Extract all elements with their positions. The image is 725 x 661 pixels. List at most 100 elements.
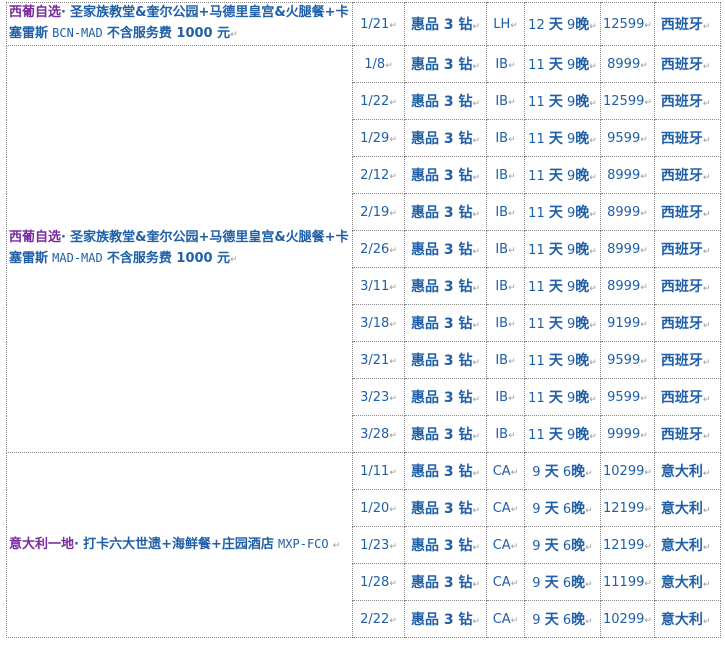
days-count: 11 (528, 428, 545, 443)
tour-code: BCN-MAD (52, 26, 103, 40)
paragraph-mark: ↵ (585, 617, 593, 627)
days-unit: 天 (548, 168, 563, 184)
airline-code-cell: IB↵ (486, 267, 525, 305)
departure-date-cell: 1/29↵ (352, 119, 405, 157)
price-cell: 9599↵ (600, 378, 655, 416)
nights-unit: 晚 (575, 427, 590, 443)
destination-text: 西班牙 (660, 279, 703, 295)
paragraph-mark: ↵ (510, 615, 519, 626)
airline-code-cell: IB↵ (486, 378, 525, 416)
product-level-text: 惠品 3 钻 (410, 427, 473, 443)
product-level-text: 惠品 3 钻 (410, 353, 473, 369)
days-unit: 天 (548, 316, 563, 332)
paragraph-mark: ↵ (510, 20, 518, 31)
nights-count: 6 (562, 502, 572, 517)
airline-code-text: IB (495, 389, 509, 405)
departure-date-text: 3/21 (360, 352, 390, 368)
days-unit: 天 (544, 501, 559, 517)
days-unit: 天 (548, 57, 563, 73)
departure-date-text: 3/23 (360, 389, 390, 405)
days-unit: 天 (548, 94, 563, 110)
days-count: 11 (528, 206, 545, 221)
paragraph-mark: ↵ (644, 20, 652, 31)
table-row: 意大利一地· 打卡六大世遗+海鲜餐+庄园酒店 MXP-FCO ↵ 1/11↵ 惠品 … (6, 452, 721, 638)
price-cell: 12599↵ (600, 82, 655, 120)
paragraph-mark: ↵ (508, 97, 516, 108)
departure-date-cell: 1/11↵ (352, 452, 405, 490)
destination-cell: 西班牙↵ (653, 45, 721, 83)
paragraph-mark: ↵ (389, 430, 397, 441)
days-count: 11 (528, 354, 545, 369)
paragraph-mark: ↵ (389, 282, 397, 293)
days-unit: 天 (548, 242, 563, 258)
product-level-text: 惠品 3 钻 (410, 316, 473, 332)
paragraph-mark: ↵ (589, 136, 597, 146)
price-cell: 11199↵ (600, 563, 655, 601)
airline-code-cell: CA↵ (486, 526, 525, 564)
product-level-text: 惠品 3 钻 (410, 575, 473, 591)
destination-cell: 西班牙↵ (653, 341, 721, 379)
destination-cell: 西班牙↵ (653, 378, 721, 416)
paragraph-mark: ↵ (510, 578, 519, 589)
trip-duration-cell: 11 天 9晚↵ (524, 341, 601, 379)
paragraph-mark: ↵ (508, 356, 516, 367)
paragraph-mark: ↵ (644, 467, 652, 478)
destination-cell: 意大利↵ (653, 600, 721, 638)
price-text: 10299 (603, 611, 645, 627)
paragraph-mark: ↵ (644, 504, 652, 515)
price-text: 11199 (603, 574, 645, 590)
paragraph-mark: ↵ (508, 171, 516, 182)
product-level-cell: 惠品 3 钻↵ (404, 230, 487, 268)
airline-code-text: IB (495, 241, 509, 257)
paragraph-mark: ↵ (472, 395, 481, 405)
airline-code-text: CA (492, 574, 511, 590)
destination-text: 西班牙 (660, 17, 703, 33)
destination-text: 西班牙 (660, 168, 703, 184)
product-level-cell: 惠品 3 钻↵ (404, 378, 487, 416)
product-level-cell: 惠品 3 钻↵ (404, 563, 487, 601)
product-level-text: 惠品 3 钻 (410, 242, 473, 258)
paragraph-mark: ↵ (472, 62, 481, 72)
product-level-cell: 惠品 3 钻↵ (404, 119, 487, 157)
paragraph-mark: ↵ (389, 578, 397, 589)
price-cell: 8999↵ (600, 156, 655, 194)
trip-duration-cell: 11 天 9晚↵ (524, 119, 601, 157)
destination-cell: 西班牙↵ (653, 304, 721, 342)
days-unit: 天 (548, 131, 563, 147)
airline-code-cell: IB↵ (486, 82, 525, 120)
days-unit: 天 (544, 538, 559, 554)
paragraph-mark: ↵ (644, 578, 652, 589)
days-count: 12 (528, 18, 545, 33)
departure-date-cell: 1/21↵ (352, 2, 405, 46)
paragraph-mark: ↵ (389, 97, 397, 108)
departure-date-text: 3/11 (360, 278, 390, 294)
paragraph-mark: ↵ (702, 432, 711, 442)
paragraph-mark: ↵ (389, 615, 397, 626)
paragraph-mark: ↵ (472, 247, 481, 257)
price-text: 12199 (603, 537, 645, 553)
product-level-text: 惠品 3 钻 (410, 612, 473, 628)
product-level-cell: 惠品 3 钻↵ (404, 600, 487, 638)
paragraph-mark: ↵ (640, 171, 648, 182)
destination-cell: 意大利↵ (653, 563, 721, 601)
nights-unit: 晚 (575, 17, 590, 33)
days-count: 11 (528, 280, 545, 295)
airline-code-text: IB (495, 426, 509, 442)
departure-date-text: 1/29 (360, 130, 390, 146)
departure-date-text: 1/23 (360, 537, 390, 553)
departure-date-text: 1/8 (364, 56, 386, 72)
product-level-text: 惠品 3 钻 (410, 538, 473, 554)
paragraph-mark: ↵ (702, 469, 711, 479)
departure-date-text: 1/21 (360, 16, 390, 32)
product-level-cell: 惠品 3 钻↵ (404, 2, 487, 46)
departure-date-cell: 2/22↵ (352, 600, 405, 638)
trip-duration-cell: 11 天 9晚↵ (524, 193, 601, 231)
paragraph-mark: ↵ (702, 99, 711, 109)
paragraph-mark: ↵ (389, 356, 397, 367)
departure-date-text: 2/12 (360, 167, 390, 183)
destination-text: 西班牙 (660, 242, 703, 258)
destination-text: 西班牙 (660, 316, 703, 332)
trip-duration-cell: 11 天 9晚↵ (524, 82, 601, 120)
paragraph-mark: ↵ (472, 136, 481, 146)
paragraph-mark: ↵ (702, 543, 711, 553)
